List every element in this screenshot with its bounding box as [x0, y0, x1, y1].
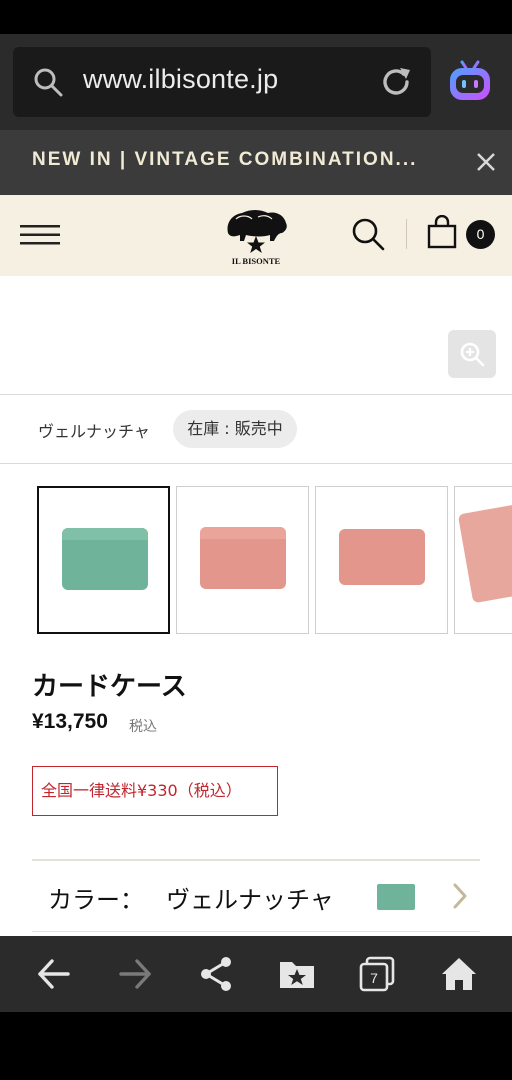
search-icon [34, 68, 63, 97]
site-header: IL BISONTE 0 [0, 195, 512, 276]
tax-note: 税込 [129, 719, 157, 735]
shopping-bag-icon[interactable] [426, 215, 458, 249]
product-title: カードケース [32, 672, 187, 702]
back-arrow-icon[interactable] [34, 954, 74, 994]
stock-status-badge: 在庫 : 販売中 [173, 410, 297, 448]
product-thumbnail[interactable] [176, 486, 309, 634]
share-icon[interactable] [196, 954, 236, 994]
close-icon[interactable] [474, 150, 498, 174]
color-value[interactable]: ヴェルナッチャ [166, 880, 334, 915]
selected-color-name: ヴェルナッチャ [38, 422, 150, 441]
tab-count: 7 [370, 970, 378, 986]
url-text: www.ilbisonte.jp [83, 64, 279, 94]
wallet-image [457, 500, 512, 604]
divider [0, 394, 512, 395]
divider [32, 859, 480, 861]
color-swatch[interactable] [377, 884, 415, 910]
zoom-in-icon [460, 342, 485, 367]
shipping-notice: 全国一律送料¥330（税込） [32, 766, 278, 816]
ai-assistant-icon[interactable] [446, 58, 494, 106]
status-bar [0, 0, 512, 34]
product-price: ¥13,750 [32, 710, 108, 733]
wallet-image [339, 529, 425, 585]
product-thumbnail[interactable] [37, 486, 170, 634]
wallet-image [62, 528, 148, 590]
system-nav-bar [0, 1012, 512, 1080]
cart-count-badge[interactable]: 0 [466, 220, 495, 249]
zoom-button[interactable] [448, 330, 496, 378]
promo-banner[interactable]: NEW IN | VINTAGE COMBINATION... [0, 130, 512, 195]
forward-arrow-icon[interactable] [115, 954, 155, 994]
divider [32, 931, 480, 932]
header-divider [406, 219, 407, 249]
address-bar[interactable]: www.ilbisonte.jp [13, 47, 431, 117]
promo-banner-text: NEW IN | VINTAGE COMBINATION... [32, 149, 418, 170]
logo-text: IL BISONTE [232, 256, 281, 266]
tabs-icon[interactable]: 7 [357, 954, 397, 994]
divider [0, 463, 512, 464]
chevron-right-icon[interactable] [450, 882, 470, 910]
product-thumbnail[interactable] [315, 486, 448, 634]
hamburger-menu-icon[interactable] [20, 222, 60, 248]
search-icon[interactable] [350, 216, 386, 252]
bookmarks-icon[interactable] [277, 954, 317, 994]
home-icon[interactable] [439, 954, 479, 994]
product-page: ヴェルナッチャ 在庫 : 販売中 カードケース ¥13,750 税込 全国一律送… [0, 276, 512, 936]
browser-toolbar: www.ilbisonte.jp [0, 34, 512, 130]
il-bisonte-logo[interactable]: IL BISONTE [214, 203, 298, 267]
reload-icon[interactable] [379, 65, 413, 99]
color-label: カラー： [48, 886, 144, 914]
wallet-image [200, 527, 286, 589]
product-thumbnail[interactable] [454, 486, 512, 634]
browser-bottom-nav: 7 [0, 936, 512, 1012]
